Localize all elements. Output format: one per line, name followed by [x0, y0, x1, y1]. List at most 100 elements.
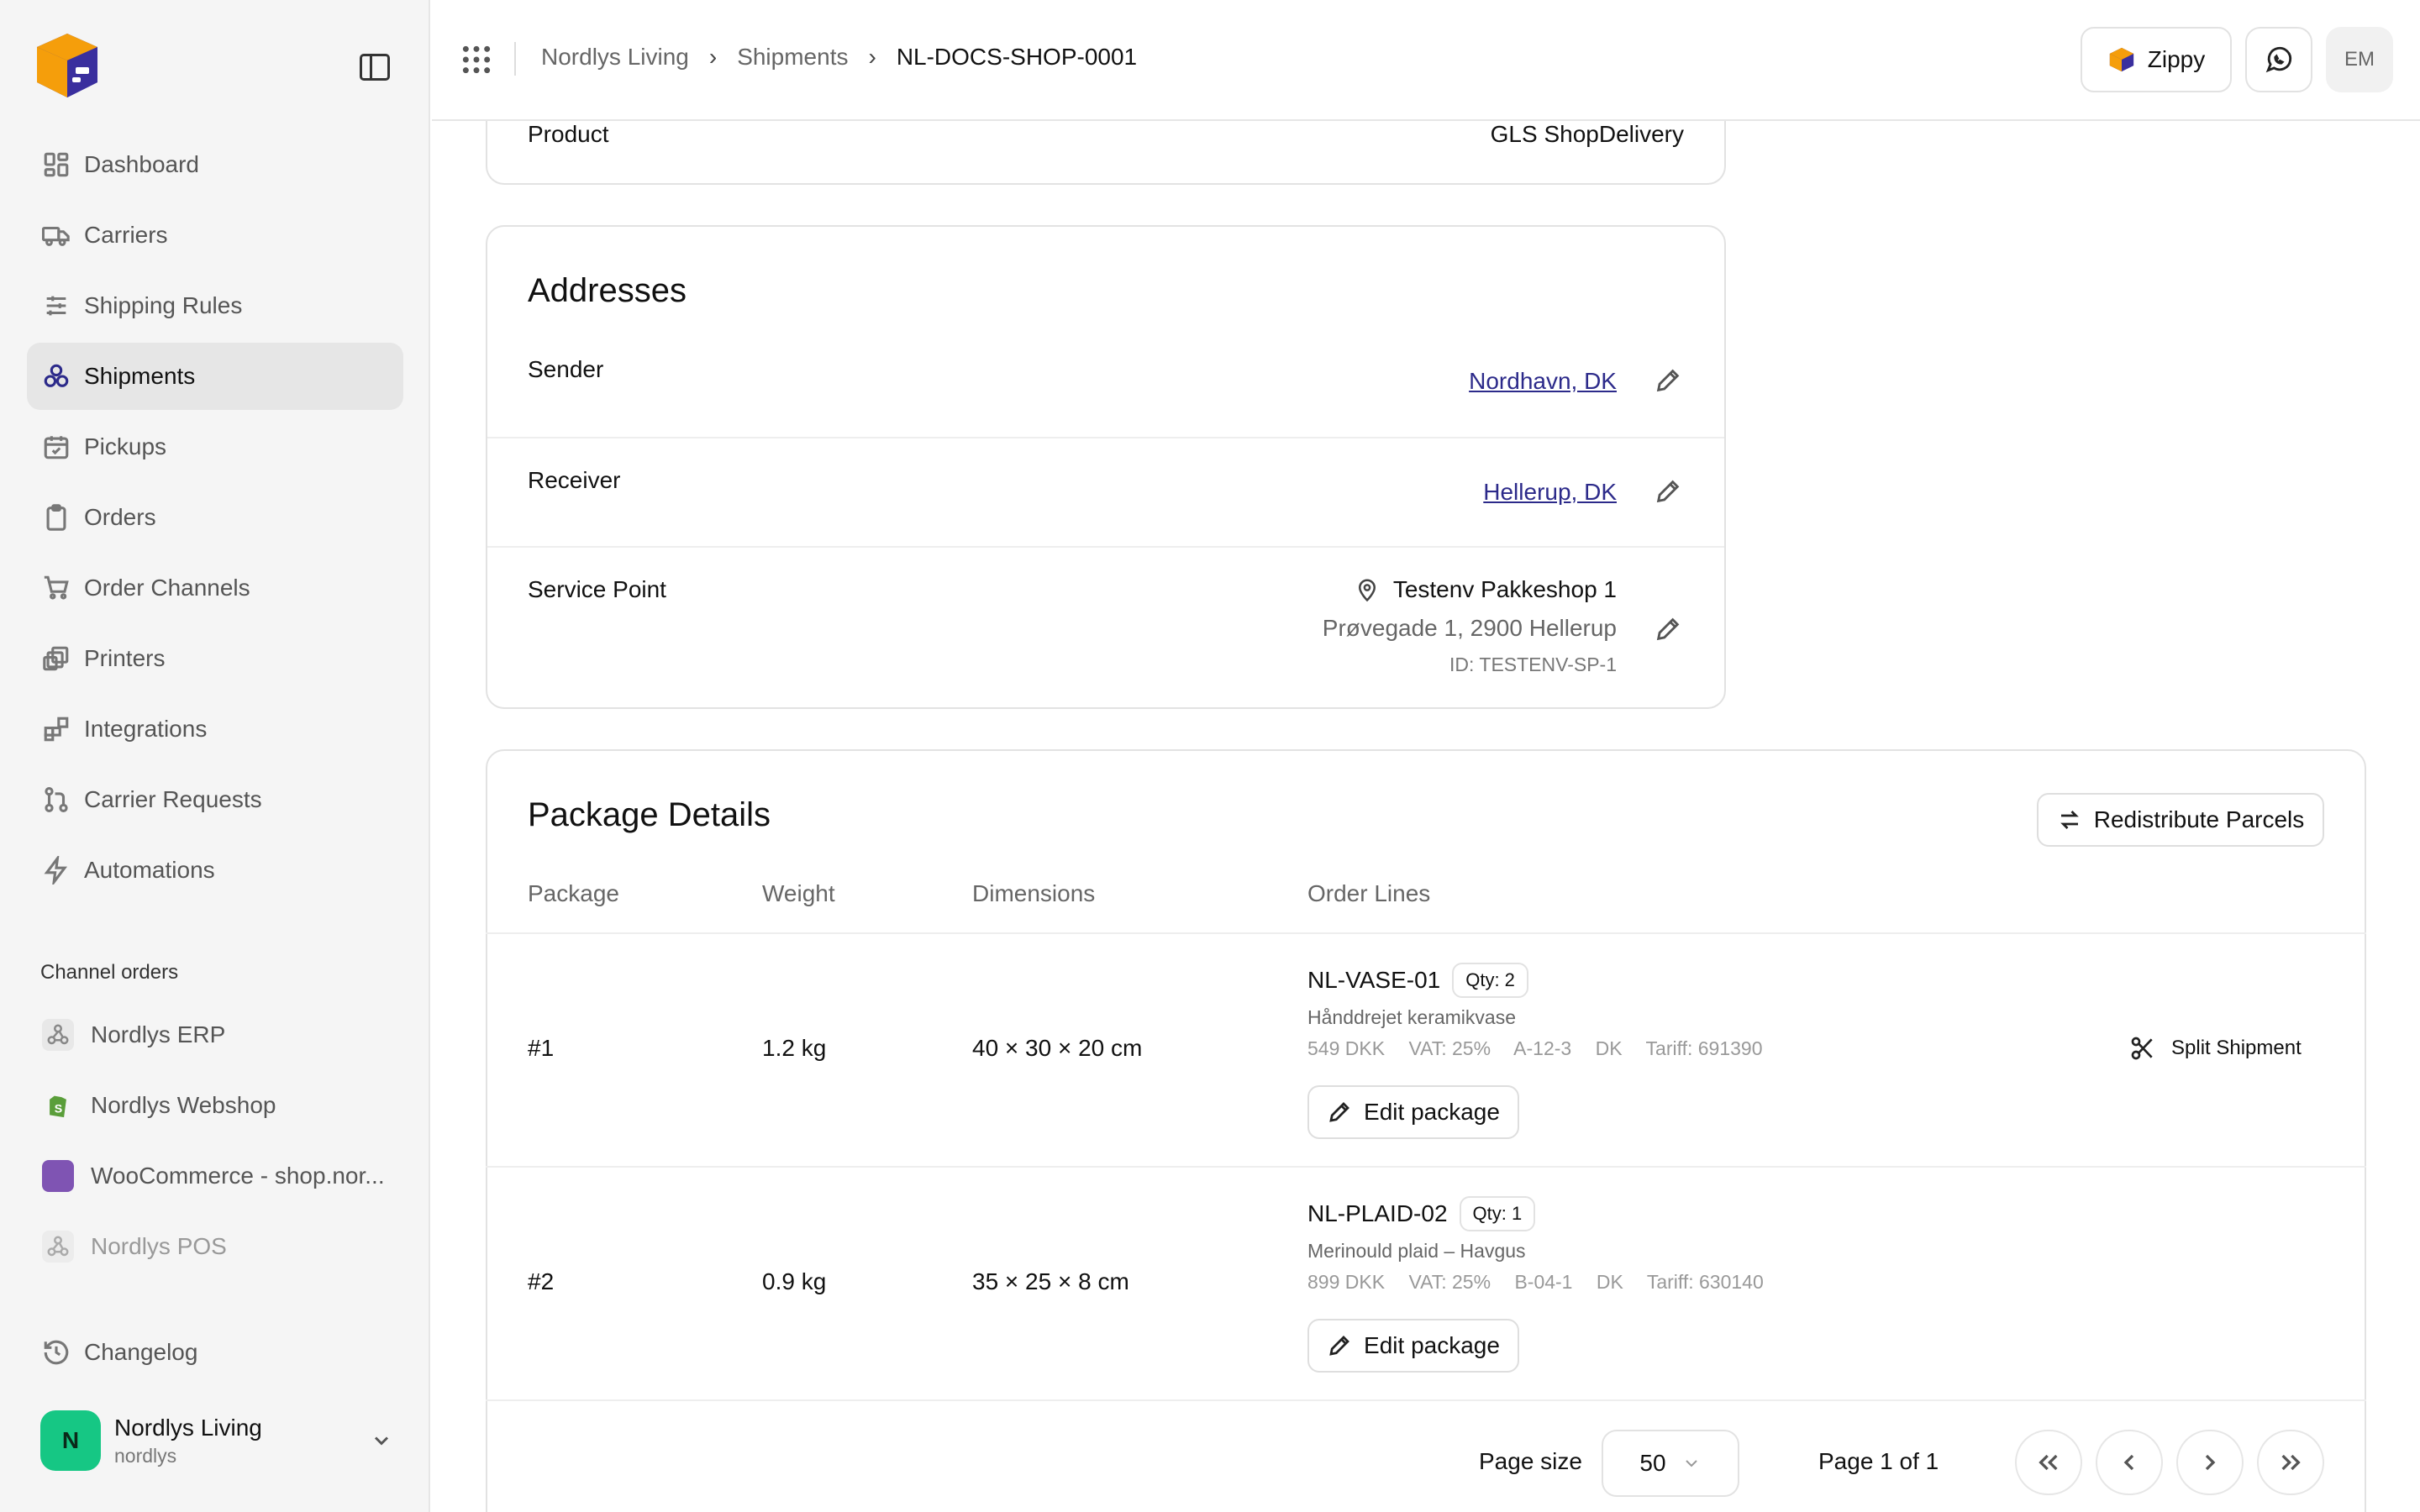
receiver-address-link[interactable]: Hellerup, DK	[1483, 479, 1617, 506]
bolt-icon	[42, 856, 71, 885]
breadcrumb-org[interactable]: Nordlys Living	[541, 44, 689, 71]
sidebar-item-orders[interactable]: Orders	[27, 484, 403, 551]
sidebar-item-integrations[interactable]: Integrations	[27, 696, 403, 763]
channel-nordlys-pos[interactable]: Nordlys POS	[27, 1211, 403, 1282]
clipboard-icon	[42, 503, 71, 532]
sidebar-item-label: Carrier Requests	[84, 786, 262, 812]
edit-service-point-icon[interactable]	[1654, 615, 1682, 643]
page-size-select[interactable]: 50	[1602, 1430, 1739, 1497]
sender-address-link[interactable]: Nordhavn, DK	[1469, 368, 1617, 395]
sidebar-item-automations[interactable]: Automations	[27, 837, 403, 904]
channel-label: Nordlys POS	[91, 1233, 227, 1259]
row-divider	[486, 1166, 2366, 1168]
sidebar-item-label: Carriers	[84, 222, 168, 248]
calendar-icon	[42, 433, 71, 461]
sidebar-item-order-channels[interactable]: Order Channels	[27, 554, 403, 622]
order-line-description: Hånddrejet keramikvase	[1307, 1006, 1517, 1028]
redistribute-label: Redistribute Parcels	[2093, 806, 2305, 832]
receiver-row: Receiver Hellerup, DK	[487, 437, 1724, 546]
sidebar-item-printers[interactable]: Printers	[27, 625, 403, 692]
carrier-product-card: Product GLS ShopDelivery	[486, 121, 1726, 185]
account-switcher[interactable]: N Nordlys Living nordlys	[40, 1410, 393, 1472]
app-logo[interactable]	[30, 29, 104, 102]
sidebar-item-carrier-requests[interactable]: Carrier Requests	[27, 766, 403, 833]
history-icon	[42, 1338, 71, 1367]
product-label: Product	[528, 121, 609, 147]
row-divider	[486, 932, 2366, 934]
package-number: #1	[528, 1035, 555, 1061]
addresses-card: Addresses Sender Nordhavn, DK Receiver H…	[486, 225, 1726, 709]
next-page-button[interactable]	[2176, 1430, 2244, 1495]
app-grid-icon[interactable]	[460, 44, 492, 76]
sidebar-item-dashboard[interactable]: Dashboard	[27, 131, 403, 198]
channel-label: WooCommerce - shop.nor...	[91, 1163, 385, 1189]
order-line-meta: 899 DKK VAT: 25% B-04-1 DK Tariff: 63014…	[1307, 1271, 1782, 1294]
redistribute-parcels-button[interactable]: Redistribute Parcels	[2037, 793, 2324, 847]
zippy-button[interactable]: Zippy	[2081, 27, 2232, 92]
sidebar-item-shipments[interactable]: Shipments	[27, 343, 403, 410]
page-info: Page 1 of 1	[1818, 1448, 1939, 1474]
chevron-right-icon	[2205, 1454, 2216, 1471]
edit-receiver-icon[interactable]	[1654, 477, 1682, 506]
edit-sender-icon[interactable]	[1654, 366, 1682, 395]
chat-button[interactable]	[2245, 27, 2312, 92]
chevron-right-icon: ›	[708, 44, 718, 70]
edit-package-button[interactable]: Edit package	[1307, 1319, 1519, 1373]
split-shipment-button[interactable]: Split Shipment	[2129, 1035, 2302, 1062]
scissors-icon	[2131, 1037, 2153, 1060]
sidebar: Dashboard Carriers Shipping Rules Shipme…	[0, 0, 430, 1512]
service-point-row: Service Point Testenv Pakkeshop 1 Prøveg…	[487, 546, 1724, 709]
previous-page-button[interactable]	[2096, 1430, 2163, 1495]
package-dimensions: 40 × 30 × 20 cm	[972, 1035, 1143, 1061]
sidebar-item-label: Automations	[84, 857, 215, 883]
breadcrumb-shipments[interactable]: Shipments	[737, 44, 848, 71]
section-label-channel-orders: Channel orders	[40, 961, 179, 984]
sidebar-item-pickups[interactable]: Pickups	[27, 413, 403, 480]
sidebar-item-label: Shipments	[84, 363, 196, 389]
package-details-title: Package Details	[528, 796, 771, 833]
changelog-link[interactable]: Changelog	[27, 1319, 403, 1389]
channel-nordlys-webshop[interactable]: S Nordlys Webshop	[27, 1070, 403, 1141]
product-value: GLS ShopDelivery	[1490, 121, 1684, 147]
dashboard-icon	[42, 150, 71, 179]
order-line-price: 899 DKK	[1307, 1271, 1386, 1293]
column-header-order-lines: Order Lines	[1307, 880, 1431, 906]
page-size-value: 50	[1639, 1450, 1666, 1476]
chat-icon	[2265, 46, 2292, 73]
chevron-left-icon	[2123, 1454, 2134, 1471]
sidebar-item-carriers[interactable]: Carriers	[27, 202, 403, 269]
sidebar-item-shipping-rules[interactable]: Shipping Rules	[27, 272, 403, 339]
webhook-icon	[42, 1019, 74, 1051]
service-point-id: ID: TESTENV-SP-1	[1449, 654, 1617, 675]
channel-woocommerce[interactable]: WooCommerce - shop.nor...	[27, 1141, 403, 1211]
package-weight: 1.2 kg	[762, 1035, 827, 1061]
sender-label: Sender	[528, 356, 604, 382]
sidebar-toggle-icon[interactable]	[360, 54, 390, 81]
breadcrumb-current: NL-DOCS-SHOP-0001	[896, 44, 1138, 70]
pencil-icon	[1329, 1336, 1349, 1356]
order-line-vat: VAT: 25%	[1408, 1037, 1491, 1059]
woocommerce-icon	[42, 1160, 74, 1192]
edit-package-label: Edit package	[1364, 1099, 1500, 1125]
git-pull-icon	[42, 785, 71, 814]
avatar: N	[40, 1410, 101, 1471]
sidebar-item-label: Changelog	[84, 1339, 198, 1365]
edit-package-button[interactable]: Edit package	[1307, 1085, 1519, 1139]
user-menu-button[interactable]: EM	[2326, 27, 2393, 92]
svg-text:S: S	[55, 1103, 62, 1116]
channel-nordlys-erp[interactable]: Nordlys ERP	[27, 1000, 403, 1070]
order-line-tariff: Tariff: 691390	[1645, 1037, 1763, 1059]
package-weight: 0.9 kg	[762, 1268, 827, 1294]
first-page-button[interactable]	[2015, 1430, 2082, 1495]
pencil-icon	[1329, 1102, 1349, 1122]
chevrons-left-icon	[2039, 1454, 2058, 1471]
service-point-name: Testenv Pakkeshop 1	[1392, 576, 1617, 602]
last-page-button[interactable]	[2257, 1430, 2324, 1495]
receiver-label: Receiver	[528, 467, 621, 493]
chevron-right-icon: ›	[868, 44, 876, 70]
order-line: NL-PLAID-02 Qty: 1 Merinould plaid – Hav…	[1307, 1196, 1782, 1294]
main-nav: Dashboard Carriers Shipping Rules Shipme…	[27, 131, 403, 907]
sidebar-item-changelog[interactable]: Changelog	[27, 1319, 403, 1386]
package-number: #2	[528, 1268, 555, 1294]
chevron-down-icon	[374, 1436, 389, 1446]
